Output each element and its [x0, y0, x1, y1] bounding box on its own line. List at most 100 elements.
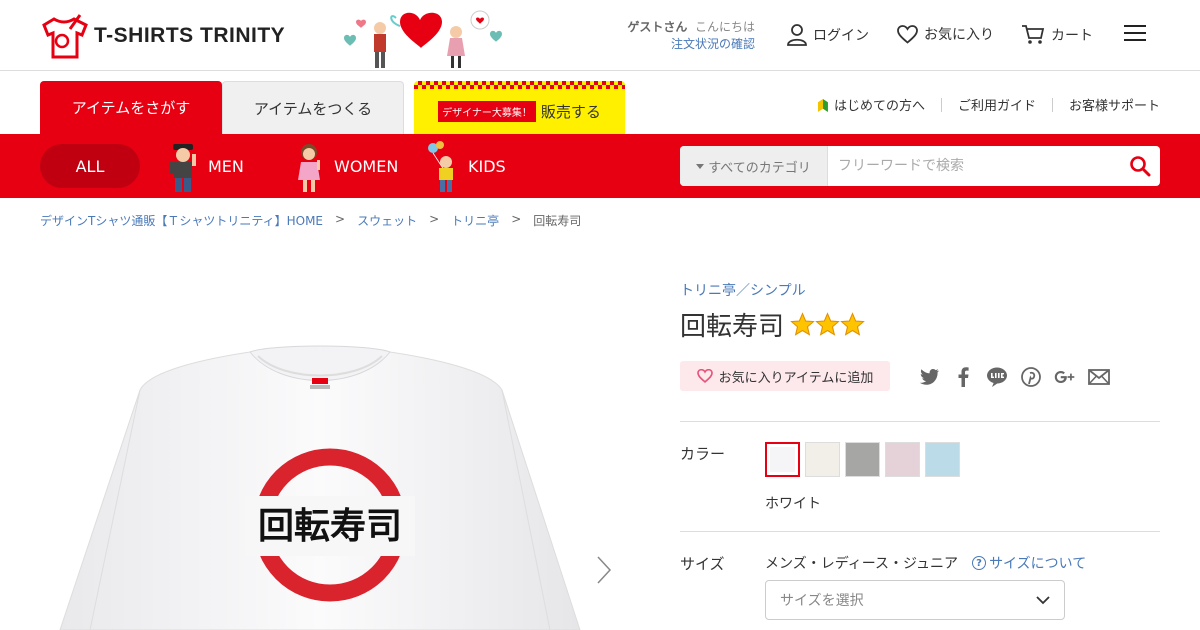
- caret-down-icon: [696, 163, 705, 169]
- divider: [680, 421, 1160, 422]
- swatch-light-blue[interactable]: [925, 442, 960, 477]
- cart-icon: [1022, 25, 1045, 44]
- breadcrumb-home[interactable]: デザインTシャツ通販【Ｔシャツトリニティ】HOME: [40, 212, 323, 229]
- designer-badge: デザイナー大募集！: [438, 101, 536, 122]
- twitter-icon[interactable]: [918, 366, 940, 388]
- tab-search-items[interactable]: アイテムをさがす: [40, 81, 222, 134]
- valentine-promo-illustration[interactable]: [330, 4, 515, 70]
- site-logo[interactable]: T-SHIRTS TRINITY: [40, 10, 285, 62]
- breadcrumb-sweatshirt[interactable]: スウェット: [357, 212, 417, 229]
- women-figure-icon: [298, 144, 320, 192]
- chevron-down-icon: [1036, 595, 1050, 604]
- selected-color-name: ホワイト: [765, 496, 821, 512]
- category-men[interactable]: MEN: [164, 134, 244, 198]
- hamburger-menu-icon[interactable]: [1124, 25, 1146, 43]
- category-women-label: WOMEN: [334, 156, 399, 176]
- favorites-label: お気に入り: [924, 27, 994, 43]
- search-input[interactable]: [828, 146, 1120, 186]
- line-icon[interactable]: [986, 366, 1008, 388]
- category-kids-label: KIDS: [468, 156, 506, 176]
- google-plus-icon[interactable]: [1054, 366, 1076, 388]
- share-icons: [918, 366, 1110, 388]
- pinterest-icon[interactable]: [1020, 366, 1042, 388]
- divider: [940, 97, 942, 112]
- print-text: 回転寿司: [258, 506, 402, 547]
- product-title: 回転寿司: [680, 312, 785, 342]
- men-figure-icon: [170, 144, 196, 192]
- category-kids[interactable]: KIDS: [424, 134, 506, 198]
- add-to-favorites-button[interactable]: お気に入りアイテムに追加: [680, 361, 890, 391]
- chevron-right-icon[interactable]: [594, 555, 614, 585]
- category-women[interactable]: WOMEN: [290, 134, 398, 198]
- divider: [680, 531, 1160, 532]
- swatch-white[interactable]: [765, 442, 800, 477]
- search-button[interactable]: [1120, 146, 1160, 186]
- category-men-label: MEN: [208, 156, 244, 176]
- color-label: カラー: [680, 445, 726, 463]
- category-all[interactable]: ALL: [40, 144, 140, 188]
- swatch-gray[interactable]: [845, 442, 880, 477]
- tab-search-label: アイテムをさがす: [71, 99, 191, 117]
- favorites-link[interactable]: お気に入り: [897, 24, 994, 44]
- utility-links: はじめての方へ ご利用ガイド お客様サポート: [817, 95, 1160, 114]
- support-link[interactable]: お客様サポート: [1069, 95, 1160, 114]
- logo-text: T-SHIRTS TRINITY: [94, 24, 286, 47]
- beginner-mark-icon: [817, 99, 828, 112]
- breadcrumb-current: 回転寿司: [533, 214, 582, 228]
- facebook-icon[interactable]: [952, 366, 974, 388]
- size-select-placeholder: サイズを選択: [780, 593, 864, 609]
- star-icon: [790, 312, 815, 336]
- question-icon: ?: [972, 556, 987, 570]
- guide-link[interactable]: ご利用ガイド: [958, 95, 1036, 114]
- site-header: T-SHIRTS TRINITY ゲストさん こんにちは 注文状況の確認 ログイ…: [0, 0, 1200, 71]
- sweatshirt-illustration: 回転寿司: [59, 345, 581, 630]
- mail-icon[interactable]: [1088, 366, 1110, 388]
- size-category: メンズ・レディース・ジュニア ? サイズについて: [765, 553, 1086, 573]
- size-help-link[interactable]: ? サイズについて: [972, 553, 1086, 573]
- beginners-link[interactable]: はじめての方へ: [817, 95, 925, 114]
- order-status-link[interactable]: 注文状況の確認: [671, 37, 755, 51]
- star-icon: [815, 312, 840, 336]
- checker-pattern: [414, 81, 625, 89]
- size-help-label: サイズについて: [989, 556, 1087, 572]
- cart-link[interactable]: カート: [1021, 24, 1093, 45]
- heart-outline-icon: [696, 369, 713, 383]
- search-icon: [1130, 156, 1151, 177]
- greeting-text: こんにちは: [694, 20, 755, 34]
- breadcrumb-shop[interactable]: トリニ亭: [451, 212, 499, 229]
- category-bar: ALL MEN WOMEN KIDS すべてのカテゴリ フリーワードで検索: [0, 134, 1200, 198]
- breadcrumb-separator: >: [335, 212, 346, 226]
- size-label: サイズ: [680, 555, 725, 573]
- product-title-row: 回転寿司: [680, 306, 865, 343]
- search-bar: すべてのカテゴリ: [680, 146, 1160, 186]
- color-swatches: [765, 442, 960, 477]
- tab-sell[interactable]: デザイナー大募集！ 販売する: [414, 81, 625, 134]
- product-image[interactable]: 回転寿司: [40, 240, 600, 630]
- breadcrumb-separator: >: [429, 212, 440, 226]
- user-icon: [787, 24, 807, 46]
- divider: [1051, 97, 1053, 112]
- star-icon: [840, 312, 865, 336]
- login-link[interactable]: ログイン: [787, 24, 869, 46]
- login-label: ログイン: [813, 28, 869, 44]
- breadcrumb-separator: >: [511, 212, 522, 226]
- search-category-select[interactable]: すべてのカテゴリ: [680, 146, 828, 186]
- shop-category-link[interactable]: トリニ亭／シンプル: [680, 280, 806, 300]
- swatch-natural[interactable]: [805, 442, 840, 477]
- rating-stars: [790, 312, 865, 337]
- favorites-button-label: お気に入りアイテムに追加: [718, 370, 874, 386]
- cart-label: カート: [1051, 27, 1093, 44]
- heart-icon: [897, 24, 918, 44]
- tab-create-items[interactable]: アイテムをつくる: [222, 81, 404, 134]
- tab-create-label: アイテムをつくる: [253, 99, 373, 118]
- kids-figure-icon: [428, 141, 453, 192]
- search-category-label: すべてのカテゴリ: [708, 160, 811, 176]
- greeting-user: ゲストさん: [627, 20, 688, 34]
- swatch-light-pink[interactable]: [885, 442, 920, 477]
- size-select[interactable]: サイズを選択: [765, 580, 1065, 620]
- breadcrumb: デザインTシャツ通販【Ｔシャツトリニティ】HOME > スウェット > トリニ亭…: [40, 212, 581, 229]
- sell-label: 販売する: [540, 103, 601, 121]
- tshirt-logo-icon: [42, 14, 88, 59]
- greeting: ゲストさん こんにちは 注文状況の確認: [600, 19, 755, 53]
- size-category-text: メンズ・レディース・ジュニア: [765, 556, 959, 572]
